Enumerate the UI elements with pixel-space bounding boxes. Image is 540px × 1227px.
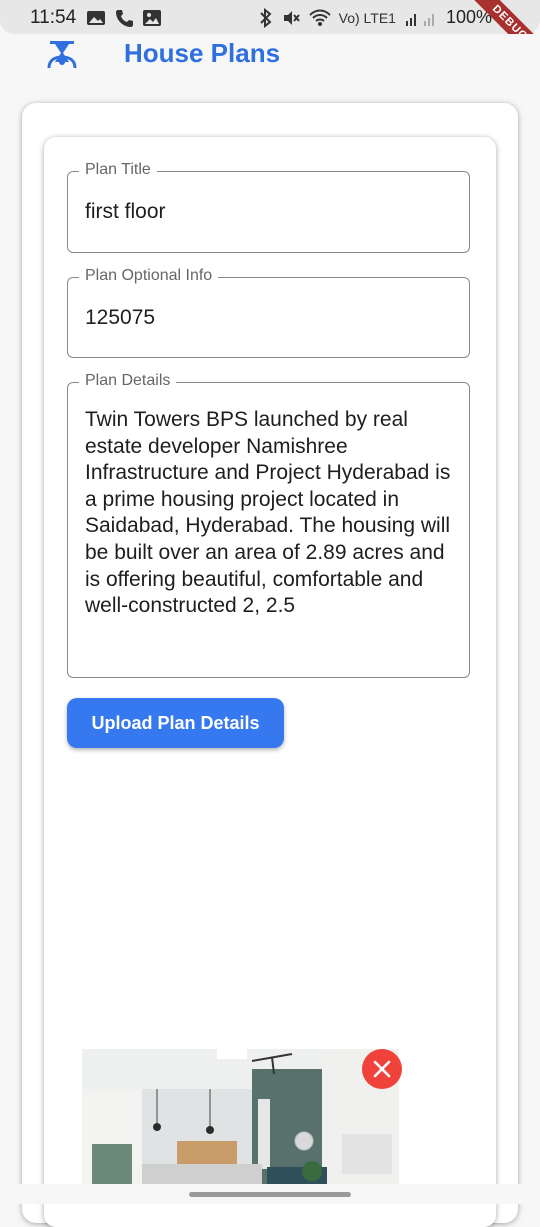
home-gesture-handle[interactable] [189, 1192, 351, 1197]
signal-icon [405, 13, 434, 26]
remove-image-button[interactable] [362, 1049, 402, 1089]
bluetooth-icon [259, 7, 272, 28]
status-system-icons: Vo) LTE1 100% [259, 7, 510, 28]
plan-title-label: Plan Title [79, 161, 157, 179]
status-bar: 11:54 Vo) LTE1 100% DEBUG [0, 0, 540, 72]
image-icon [143, 10, 161, 26]
user-icon[interactable] [46, 38, 78, 70]
page-title: House Plans [124, 38, 281, 68]
app-bar: House Plans [0, 34, 540, 74]
status-time: 11:54 [30, 7, 77, 28]
network-type-label: Vo) LTE1 [338, 9, 396, 26]
plan-optional-info-field[interactable]: Plan Optional Info 125075 [67, 267, 470, 358]
plan-optional-info-label: Plan Optional Info [79, 267, 219, 285]
interior-photo [82, 1049, 399, 1184]
gallery-icon [87, 11, 105, 25]
plan-optional-info-value: 125075 [85, 306, 156, 329]
plan-title-value: first floor [85, 200, 166, 223]
plan-details-value: Twin Towers BPS launched by real estate … [85, 408, 451, 618]
plan-details-field[interactable]: Plan Details Twin Towers BPS launched by… [67, 372, 470, 678]
phone-icon [116, 10, 133, 27]
close-icon [373, 1060, 391, 1078]
status-notification-icons [86, 8, 162, 28]
plan-details-label: Plan Details [79, 372, 177, 390]
wifi-icon [308, 9, 331, 26]
plan-title-field[interactable]: Plan Title first floor [67, 161, 470, 253]
upload-plan-details-button[interactable]: Upload Plan Details [67, 698, 284, 748]
mute-icon [283, 10, 300, 25]
plan-image-preview [82, 1049, 399, 1184]
